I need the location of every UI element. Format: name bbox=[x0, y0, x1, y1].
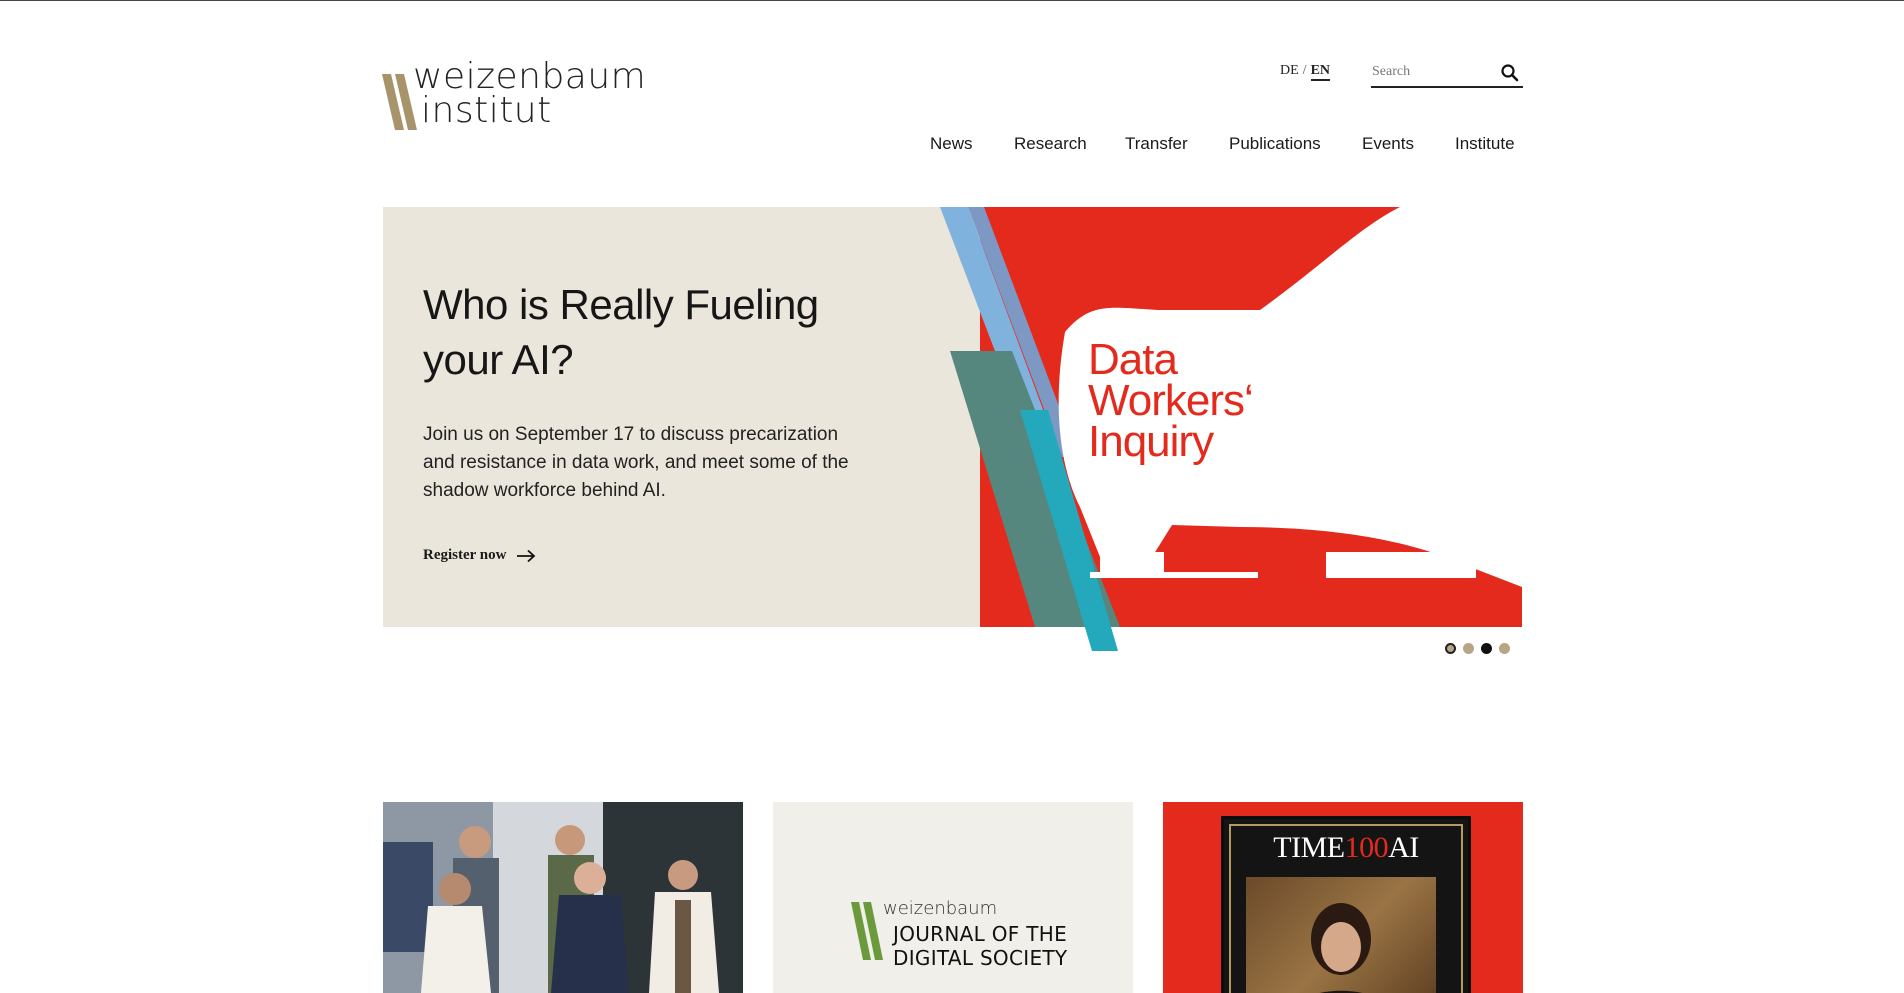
hero-slide: Who is Really Fueling your AI? Join us o… bbox=[383, 207, 983, 627]
time-suffix: AI bbox=[1388, 831, 1419, 864]
journal-logo-small: weizenbaum bbox=[883, 898, 998, 919]
lang-en-link[interactable]: EN bbox=[1310, 63, 1331, 81]
slider-pagination bbox=[1445, 643, 1510, 654]
slider-dot-2[interactable] bbox=[1463, 643, 1474, 654]
logo-wordmark: weizenbaum institut bbox=[413, 59, 646, 131]
time-cover-title: TIME100AI bbox=[1224, 831, 1468, 865]
time-number: 100 bbox=[1344, 831, 1389, 864]
hero-title-line-2: your AI? bbox=[423, 336, 574, 383]
journal-title-line-1: JOURNAL OF THE bbox=[893, 922, 1068, 946]
top-border bbox=[0, 0, 1904, 1]
slider-dot-3[interactable] bbox=[1481, 643, 1492, 654]
nav-transfer[interactable]: Transfer bbox=[1125, 134, 1188, 154]
nav-publications[interactable]: Publications bbox=[1229, 134, 1321, 154]
slider-dot-4[interactable] bbox=[1499, 643, 1510, 654]
artwork-text-line-3: Inquiry bbox=[1088, 417, 1214, 466]
lang-separator: / bbox=[1302, 63, 1307, 78]
journal-title-line-2: DIGITAL SOCIETY bbox=[893, 946, 1068, 970]
nav-news[interactable]: News bbox=[930, 134, 973, 154]
site-logo[interactable]: weizenbaum institut bbox=[382, 59, 662, 134]
search-box bbox=[1371, 60, 1523, 88]
journal-card[interactable]: weizenbaum JOURNAL OF THE DIGITAL SOCIET… bbox=[773, 802, 1133, 993]
time-cover-portrait bbox=[1246, 877, 1436, 993]
register-now-link[interactable]: Register now bbox=[423, 547, 536, 564]
slider-dot-1[interactable] bbox=[1445, 643, 1456, 654]
nav-research[interactable]: Research bbox=[1014, 134, 1087, 154]
nav-events[interactable]: Events bbox=[1362, 134, 1414, 154]
time-brand: TIME bbox=[1273, 831, 1345, 864]
language-switcher: DE / EN bbox=[1280, 63, 1331, 81]
search-icon[interactable] bbox=[1499, 62, 1521, 84]
journal-title: JOURNAL OF THE DIGITAL SOCIETY bbox=[893, 922, 1067, 970]
hero-artwork: Data Workers‘ Inquiry bbox=[940, 207, 1522, 651]
lang-de-link[interactable]: DE bbox=[1280, 63, 1299, 78]
time-magazine-cover: TIME100AI bbox=[1221, 816, 1471, 993]
news-card-team-photo[interactable] bbox=[383, 802, 743, 993]
team-photo-image bbox=[383, 802, 743, 993]
time-100-ai-card[interactable]: TIME100AI bbox=[1163, 802, 1523, 993]
nav-institute[interactable]: Institute bbox=[1455, 134, 1515, 154]
register-now-label: Register now bbox=[423, 547, 507, 563]
hero-description: Join us on September 17 to discuss preca… bbox=[423, 424, 849, 501]
hero-title-line-1: Who is Really Fueling bbox=[423, 281, 819, 328]
search-input[interactable] bbox=[1372, 62, 1492, 82]
logo-line-2: institut bbox=[421, 90, 552, 131]
hero-title: Who is Really Fueling your AI? bbox=[423, 277, 883, 387]
arrow-right-icon bbox=[517, 549, 536, 562]
